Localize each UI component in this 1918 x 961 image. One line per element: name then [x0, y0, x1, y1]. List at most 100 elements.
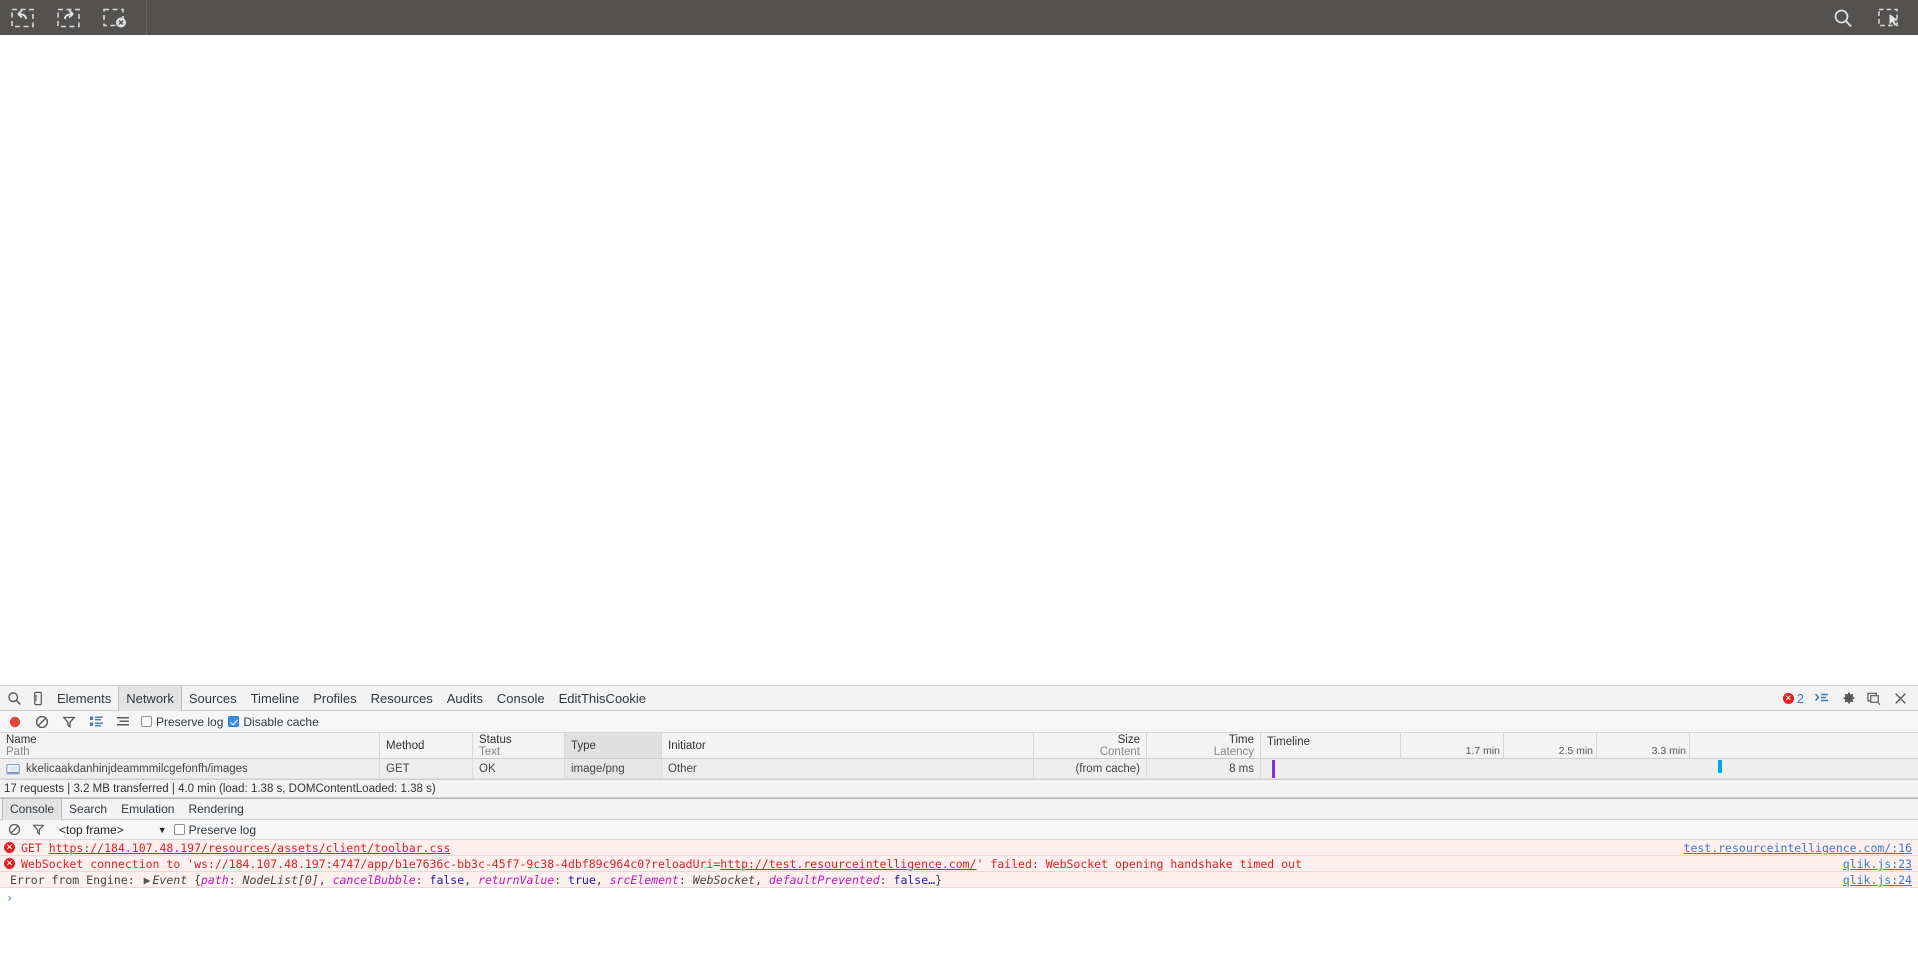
- console-message-object-3[interactable]: Error from Engine: ▶ Event {path: NodeLis…: [0, 872, 1918, 888]
- device-mode-button[interactable]: [26, 686, 50, 710]
- drawer-tab-emulation[interactable]: Emulation: [114, 799, 181, 820]
- column-header-initiator[interactable]: Initiator: [662, 733, 1034, 758]
- preserve-log-box-network[interactable]: [141, 716, 152, 727]
- column-header-time[interactable]: Time Latency: [1147, 733, 1261, 758]
- tab-profiles[interactable]: Profiles: [306, 686, 363, 711]
- cell-method: GET: [380, 759, 473, 778]
- toolbar-divider: [146, 0, 147, 35]
- network-request-table: Name Path Method Status Text Type Initia…: [0, 733, 1918, 779]
- search-icon: [1834, 9, 1852, 27]
- drawer-tab-rendering[interactable]: Rendering: [181, 799, 250, 820]
- filter-button[interactable]: [56, 711, 82, 733]
- column-header-type[interactable]: Type: [565, 733, 662, 758]
- select-region-forward-icon: [57, 8, 80, 27]
- console-toolbar: <top frame> ▼ Preserve log: [0, 820, 1918, 840]
- error-circle-icon: ✕: [1782, 692, 1794, 704]
- inspect-element-button[interactable]: [2, 686, 26, 710]
- frame-context-selector[interactable]: <top frame> ▼: [56, 823, 170, 837]
- error-count-badge[interactable]: ✕ 2: [1779, 691, 1808, 706]
- record-button[interactable]: [2, 711, 28, 733]
- disable-cache-checkbox[interactable]: Disable cache: [228, 715, 319, 729]
- close-devtools-button[interactable]: [1888, 686, 1912, 710]
- large-rows-button[interactable]: [83, 711, 109, 733]
- column-title-initiator: Initiator: [668, 739, 706, 752]
- network-summary-bar: 17 requests | 3.2 MB transferred | 4.0 m…: [0, 779, 1918, 798]
- select-region-back-button[interactable]: [0, 0, 46, 35]
- drawer-tabstrip: Console Search Emulation Rendering: [0, 798, 1918, 820]
- preserve-log-checkbox-network[interactable]: Preserve log: [141, 715, 223, 729]
- capture-selection-button[interactable]: [1866, 0, 1912, 35]
- dock-side-button[interactable]: [1862, 686, 1886, 710]
- cell-name-text: kkelicaakdanhinjdeammmilcgefonfh/images: [26, 762, 248, 775]
- object-value-cancelbubble: false: [429, 872, 465, 887]
- select-region-cancel-button[interactable]: [92, 0, 138, 35]
- devtools-tabstrip-actions: ✕ 2: [1779, 686, 1918, 710]
- network-table-header: Name Path Method Status Text Type Initia…: [0, 733, 1918, 759]
- tab-editthiscookie[interactable]: EditThisCookie: [552, 686, 653, 711]
- timeline-marker-dcl: [1272, 760, 1275, 778]
- console-object-open: {: [194, 872, 201, 887]
- preserve-log-checkbox-console[interactable]: Preserve log: [173, 823, 256, 837]
- tab-audits[interactable]: Audits: [440, 686, 490, 711]
- drawer-tab-console[interactable]: Console: [2, 798, 63, 820]
- extension-toolbar-right-group: [1820, 0, 1918, 35]
- column-sub-path: Path: [6, 745, 30, 758]
- console-message-1-source[interactable]: test.resourceintelligence.com/:16: [1684, 841, 1912, 855]
- console-message-1-link[interactable]: https://184.107.48.197/resources/assets/…: [49, 841, 451, 855]
- timeline-ruler: Timeline 1.7 min 2.5 min 3.3 min: [1261, 733, 1918, 758]
- console-input-prompt[interactable]: ›: [0, 888, 1918, 905]
- console-message-1-prefix: GET: [21, 840, 49, 855]
- disable-cache-box[interactable]: [228, 716, 240, 727]
- error-count-value: 2: [1796, 690, 1804, 706]
- timeline-tick-3: 3.3 min: [1597, 733, 1690, 758]
- tab-timeline[interactable]: Timeline: [244, 686, 307, 711]
- console-message-error-2[interactable]: ✕ WebSocket connection to 'ws://184.107.…: [0, 856, 1918, 872]
- table-row[interactable]: kkelicaakdanhinjdeammmilcgefonfh/images …: [0, 759, 1918, 779]
- console-message-2-source[interactable]: qlik.js:23: [1843, 857, 1912, 871]
- preserve-log-box-console[interactable]: [173, 824, 185, 835]
- group-by-frame-button[interactable]: [110, 711, 136, 733]
- column-header-timeline[interactable]: Timeline 1.7 min 2.5 min 3.3 min: [1261, 733, 1918, 758]
- object-key-cancelbubble: cancelBubble: [332, 872, 416, 887]
- object-value-defaultprevented: false…: [893, 872, 936, 887]
- console-message-1-text: GET https://184.107.48.197/resources/ass…: [21, 841, 450, 855]
- devtools-tabstrip: Elements Network Sources Timeline Profil…: [0, 685, 1918, 711]
- group-by-frame-icon: [116, 717, 129, 726]
- column-header-method[interactable]: Method: [380, 733, 473, 758]
- console-message-error-1[interactable]: ✕ GET https://184.107.48.197/resources/a…: [0, 840, 1918, 856]
- column-title-method: Method: [386, 739, 425, 752]
- object-disclosure-triangle-icon[interactable]: ▶: [144, 873, 151, 887]
- toggle-console-drawer-button[interactable]: [1810, 686, 1834, 710]
- tab-resources[interactable]: Resources: [364, 686, 440, 711]
- column-header-size[interactable]: Size Content: [1034, 733, 1147, 758]
- object-value-srcelement: WebSocket: [692, 872, 756, 887]
- extension-toolbar-left-group: [0, 0, 147, 35]
- clear-console-button[interactable]: [2, 820, 26, 840]
- tab-sources[interactable]: Sources: [182, 686, 244, 711]
- console-message-3-source[interactable]: qlik.js:24: [1843, 873, 1912, 887]
- gear-icon: [1843, 692, 1854, 703]
- console-message-list: ✕ GET https://184.107.48.197/resources/a…: [0, 840, 1918, 905]
- extension-toolbar: [0, 0, 1918, 35]
- prompt-chevron-icon: ›: [6, 891, 14, 905]
- column-title-time: Time: [1228, 733, 1254, 746]
- object-key-defaultprevented: defaultPrevented: [768, 872, 880, 887]
- select-region-forward-button[interactable]: [46, 0, 92, 35]
- object-key-path: path: [200, 872, 229, 887]
- search-button[interactable]: [1820, 0, 1866, 35]
- cell-initiator: Other: [662, 759, 1034, 778]
- tab-console[interactable]: Console: [490, 686, 552, 711]
- devtools-settings-button[interactable]: [1836, 686, 1860, 710]
- console-message-3-prefix: Error from Engine:: [10, 872, 142, 887]
- column-header-status[interactable]: Status Text: [473, 733, 565, 758]
- tab-elements[interactable]: Elements: [50, 686, 118, 711]
- tab-network[interactable]: Network: [118, 685, 182, 711]
- drawer-tab-search[interactable]: Search: [62, 799, 114, 820]
- console-message-2-link[interactable]: http://test.resourceintelligence.com/: [720, 857, 976, 871]
- console-filter-button[interactable]: [26, 820, 50, 840]
- column-title-name: Name: [6, 733, 37, 746]
- clear-network-button[interactable]: [29, 711, 55, 733]
- image-file-icon: [6, 763, 20, 774]
- column-header-name[interactable]: Name Path: [0, 733, 380, 758]
- object-key-returnvalue: returnValue: [478, 872, 555, 887]
